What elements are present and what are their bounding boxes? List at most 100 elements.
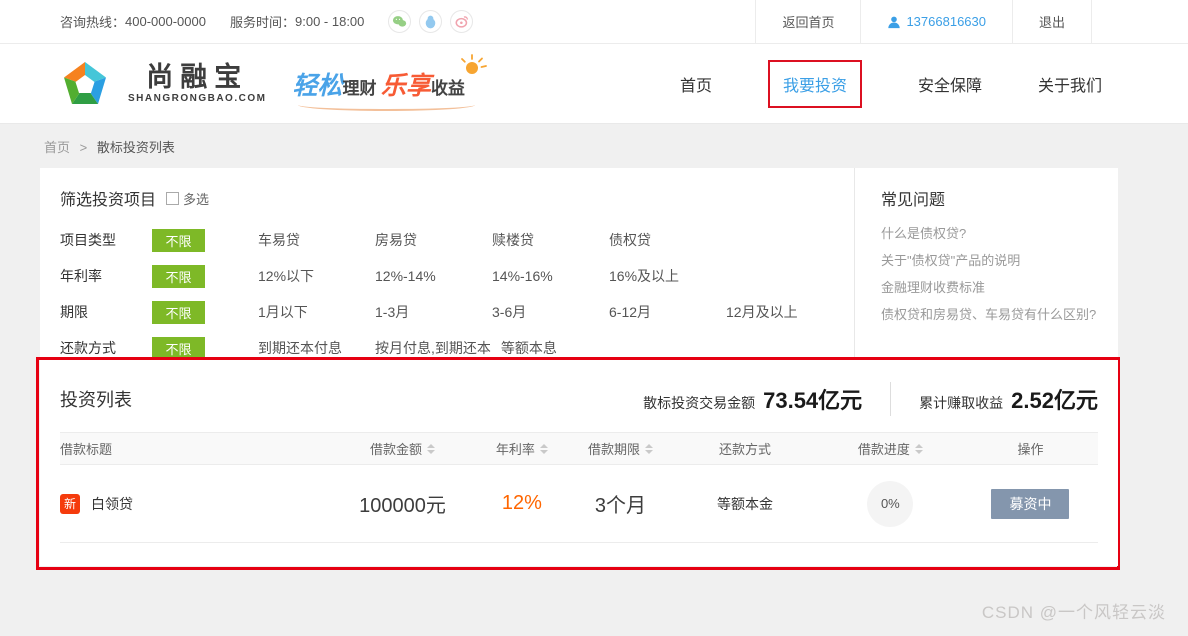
stat-value: 2.52亿元 [1011, 388, 1098, 413]
filter-option[interactable]: 12%-14% [375, 268, 492, 284]
multi-select-label: 多选 [183, 191, 210, 207]
faq-link[interactable]: 什么是债权贷? [881, 220, 1108, 247]
pentagon-logo-icon [64, 61, 106, 104]
hotline-label: 咨询热线： [60, 15, 126, 30]
loan-amount: 100000元 [359, 495, 446, 517]
back-home-link[interactable]: 返回首页 [755, 0, 860, 44]
filter-row-term: 期限 不限 1月以下 1-3月 3-6月 6-12月 12月及以上 [60, 294, 854, 330]
filter-option[interactable]: 到期还本付息 [258, 338, 375, 358]
column-label: 借款期限 [587, 442, 640, 457]
column-header-amount[interactable]: 借款金额 [330, 439, 475, 458]
column-label: 操作 [1017, 442, 1044, 457]
social-icons [388, 10, 474, 33]
loan-progress-cell: 0% [818, 480, 963, 527]
main-nav: 首页 我要投资 安全保障 关于我们 [680, 59, 1102, 108]
stats-divider [890, 382, 892, 416]
brand-block: 尚融宝 SHANGRONGBAO.COM [128, 62, 266, 103]
stat-total-volume: 散标投资交易金额 73.54亿元 [643, 383, 862, 415]
filter-option[interactable]: 6-12月 [609, 302, 726, 322]
filter-row-rate: 年利率 不限 12%以下 12%-14% 14%-16% 16%及以上 [60, 258, 854, 294]
logo[interactable]: 尚融宝 SHANGRONGBAO.COM [60, 59, 266, 109]
multi-select-checkbox[interactable] [166, 191, 180, 205]
sort-icon[interactable] [914, 443, 923, 454]
funding-button[interactable]: 募资中 [991, 488, 1070, 519]
filter-option[interactable]: 赎楼贷 [492, 230, 609, 250]
column-header-period[interactable]: 借款期限 [569, 439, 673, 458]
filter-row-label: 项目类型 [60, 232, 116, 248]
loan-rate: 12% [501, 492, 542, 514]
back-home-label: 返回首页 [782, 15, 835, 30]
stat-value: 73.54亿元 [763, 388, 863, 413]
slogan-part3: 乐享 [380, 71, 431, 100]
qq-icon[interactable] [419, 10, 443, 33]
topbar: 咨询热线： 400-000-0000 服务时间： 9:00 - 18:00 返回… [0, 0, 1188, 44]
faq-link[interactable]: 金融理财收费标准 [881, 274, 1108, 301]
filter-option[interactable]: 3-6月 [492, 302, 609, 322]
filter-row-type: 项目类型 不限 车易贷 房易贷 赎楼贷 债权贷 [60, 222, 854, 258]
stat-label: 累计赚取收益 [919, 395, 1004, 411]
nav-item-invest[interactable]: 我要投资 [767, 59, 862, 108]
investment-list-panel: 投资列表 散标投资交易金额 73.54亿元 累计赚取收益 2.52亿元 借款标题… [40, 360, 1118, 566]
account-phone-number: 13766816630 [906, 14, 986, 29]
nav-invest-label: 我要投资 [782, 77, 847, 95]
filter-selected-button[interactable]: 不限 [152, 228, 205, 252]
filter-option[interactable]: 1月以下 [258, 302, 375, 322]
brand-name: 尚融宝 [146, 62, 249, 93]
breadcrumb-home[interactable]: 首页 [44, 140, 70, 155]
nav-home-label: 首页 [679, 77, 712, 95]
filter-option[interactable]: 债权贷 [609, 230, 726, 250]
service-time: 9:00 - 18:00 [295, 14, 365, 29]
wechat-icon[interactable] [388, 10, 412, 33]
nav-item-home[interactable]: 首页 [680, 72, 712, 96]
csdn-watermark: CSDN @一个风轻云淡 [981, 603, 1166, 622]
column-label: 借款金额 [370, 442, 423, 457]
topbar-contact: 咨询热线： 400-000-0000 服务时间： 9:00 - 18:00 [60, 10, 474, 33]
user-icon [887, 15, 901, 29]
faq-link[interactable]: 债权贷和房易贷、车易贷有什么区别? [881, 301, 1108, 328]
sort-icon[interactable] [539, 443, 548, 454]
column-header-progress[interactable]: 借款进度 [818, 439, 963, 458]
filter-option[interactable]: 12月及以上 [726, 302, 843, 322]
slogan-underline [298, 99, 475, 111]
list-title: 投资列表 [60, 390, 132, 410]
multi-select-option[interactable]: 多选 [166, 189, 209, 208]
sort-icon[interactable] [427, 443, 436, 454]
stat-total-earnings: 累计赚取收益 2.52亿元 [919, 383, 1098, 415]
column-label: 年利率 [495, 442, 535, 457]
logout-link[interactable]: 退出 [1011, 0, 1092, 44]
filter-row-label: 年利率 [60, 268, 102, 284]
filter-selected-button[interactable]: 不限 [152, 264, 205, 288]
site-header: 尚融宝 SHANGRONGBAO.COM 轻松理财 乐享收益 首页 我要投资 安… [0, 44, 1188, 124]
progress-circle: 0% [867, 480, 914, 527]
loan-title-cell[interactable]: 新 白领贷 [60, 493, 330, 514]
filter-option[interactable]: 1-3月 [375, 302, 492, 322]
list-header: 投资列表 散标投资交易金额 73.54亿元 累计赚取收益 2.52亿元 [40, 360, 1118, 432]
filter-option[interactable]: 等额本息 [501, 338, 618, 358]
column-label: 还款方式 [719, 442, 772, 457]
filter-option[interactable]: 12%以下 [258, 266, 375, 286]
faq-link[interactable]: 关于"债权贷"产品的说明 [881, 247, 1108, 274]
slogan: 轻松理财 乐享收益 [292, 53, 487, 111]
nav-item-security[interactable]: 安全保障 [918, 72, 982, 96]
sort-icon[interactable] [645, 443, 653, 454]
new-badge: 新 [60, 493, 80, 514]
filter-option[interactable]: 车易贷 [258, 230, 375, 250]
filter-title: 筛选投资项目 [60, 192, 157, 209]
loan-title[interactable]: 白领贷 [91, 494, 133, 514]
filter-option[interactable]: 16%及以上 [609, 266, 726, 286]
filter-selected-button[interactable]: 不限 [152, 300, 205, 324]
nav-item-about[interactable]: 关于我们 [1038, 72, 1102, 96]
slogan-part2: 理财 [342, 78, 377, 98]
filter-option[interactable]: 14%-16% [492, 268, 609, 284]
breadcrumb: 首页 > 散标投资列表 [0, 124, 1188, 168]
filter-option[interactable]: 房易贷 [375, 230, 492, 250]
account-phone-link[interactable]: 13766816630 [860, 0, 1012, 44]
column-header-rate[interactable]: 年利率 [475, 439, 568, 458]
nav-about-label: 关于我们 [1037, 77, 1102, 95]
filter-option[interactable]: 按月付息,到期还本 [375, 338, 501, 358]
weibo-icon[interactable] [450, 10, 474, 33]
filter-row-label: 还款方式 [60, 340, 116, 356]
filter-panel: 筛选投资项目 多选 项目类型 不限 车易贷 房易贷 赎楼贷 债权贷 年利率 不限… [40, 168, 1118, 376]
breadcrumb-separator: > [79, 140, 88, 155]
sun-icon [459, 52, 489, 83]
